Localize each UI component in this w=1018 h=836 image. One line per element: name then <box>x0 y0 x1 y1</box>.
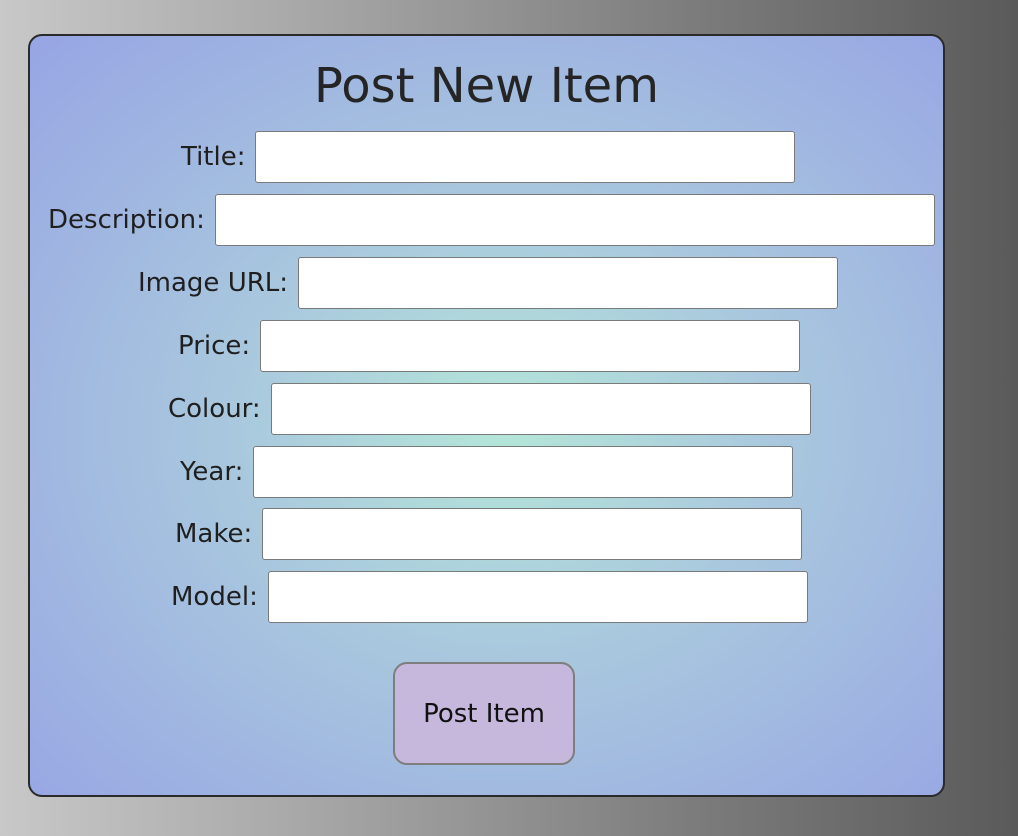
make-label: Make: <box>175 519 253 549</box>
model-row: Model: <box>171 570 808 624</box>
price-field[interactable] <box>260 320 801 372</box>
year-field[interactable] <box>253 446 794 498</box>
description-row: Description: <box>48 193 935 247</box>
title-row: Title: <box>181 130 796 184</box>
image-url-row: Image URL: <box>138 256 839 310</box>
image-url-field[interactable] <box>298 257 839 309</box>
colour-field[interactable] <box>270 383 811 435</box>
image-url-label: Image URL: <box>138 268 289 298</box>
model-label: Model: <box>171 582 258 612</box>
make-row: Make: <box>175 507 803 561</box>
year-label: Year: <box>180 457 244 487</box>
colour-row: Colour: <box>168 382 811 436</box>
description-field[interactable] <box>214 194 935 246</box>
description-label: Description: <box>48 205 205 235</box>
post-item-form-card: Post New Item Title: Description: Image … <box>28 34 945 797</box>
colour-label: Colour: <box>168 394 261 424</box>
make-field[interactable] <box>262 508 803 560</box>
price-row: Price: <box>178 319 801 373</box>
post-item-button[interactable]: Post Item <box>393 662 575 765</box>
title-label: Title: <box>181 142 246 172</box>
page-title: Post New Item <box>314 58 659 114</box>
model-field[interactable] <box>267 571 808 623</box>
price-label: Price: <box>178 331 251 361</box>
title-field[interactable] <box>255 131 796 183</box>
year-row: Year: <box>180 445 794 499</box>
